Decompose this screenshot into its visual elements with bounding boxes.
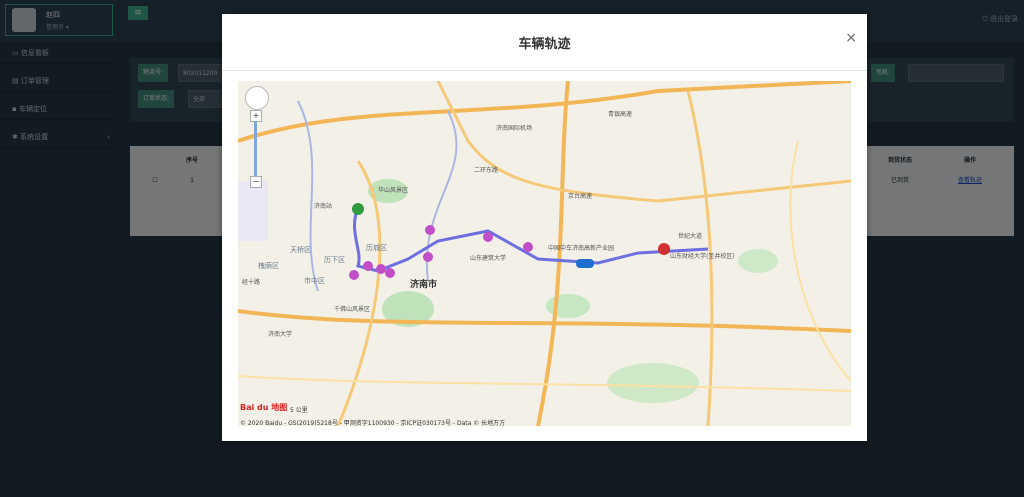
road-label-qingyin: 青银高速 — [608, 111, 633, 118]
district-label-licheng: 历城区 — [366, 244, 387, 252]
place-label-crrc-park: 中国中车济南高新产业园 — [548, 245, 615, 252]
place-label-jinan-university: 济南大学 — [268, 331, 293, 338]
district-label-shizhong: 市中区 — [304, 277, 325, 285]
city-label: 济南市 — [410, 280, 438, 290]
place-label-airport: 济南国际机场 — [496, 125, 533, 132]
place-label-qianfoshan: 千佛山风景区 — [334, 306, 371, 313]
map-view[interactable]: 济南市 历城区 天桥区 历下区 市中区 槐荫区 千佛山风景区 山东建筑大学 中国… — [238, 81, 851, 426]
place-label-huashan: 华山风景区 — [378, 187, 409, 194]
place-label-jianzhu-university: 山东建筑大学 — [470, 255, 507, 262]
district-label-tianqiao: 天桥区 — [290, 246, 311, 254]
zoom-out-button[interactable]: − — [250, 176, 262, 188]
pan-control[interactable] — [245, 86, 269, 110]
place-label-century-avenue: 世纪大道 — [678, 233, 703, 240]
place-label-jinan-station: 济南站 — [314, 203, 333, 210]
place-label-sdufe: 山东财经大学(圣井校区) — [670, 253, 735, 260]
road-label-jingtai: 京台高速 — [568, 193, 593, 200]
map-copyright: © 2020 Baidu - GS(2019)5218号 - 甲测资字11009… — [240, 420, 506, 427]
road-label-erhuan-east: 二环东路 — [474, 167, 499, 174]
modal-divider — [222, 70, 867, 71]
map-canvas — [238, 81, 851, 426]
map-scale: 5 公里 — [290, 407, 308, 414]
road-label-jingshi: 经十路 — [242, 279, 261, 286]
baidu-logo[interactable]: Bai du 地图 — [240, 402, 287, 413]
district-label-huaiyin: 槐荫区 — [258, 262, 279, 270]
modal-title: 车辆轨迹 — [518, 37, 571, 52]
close-button[interactable]: × — [845, 30, 857, 46]
zoom-slider[interactable] — [254, 121, 257, 176]
district-label-lixia: 历下区 — [324, 256, 345, 264]
